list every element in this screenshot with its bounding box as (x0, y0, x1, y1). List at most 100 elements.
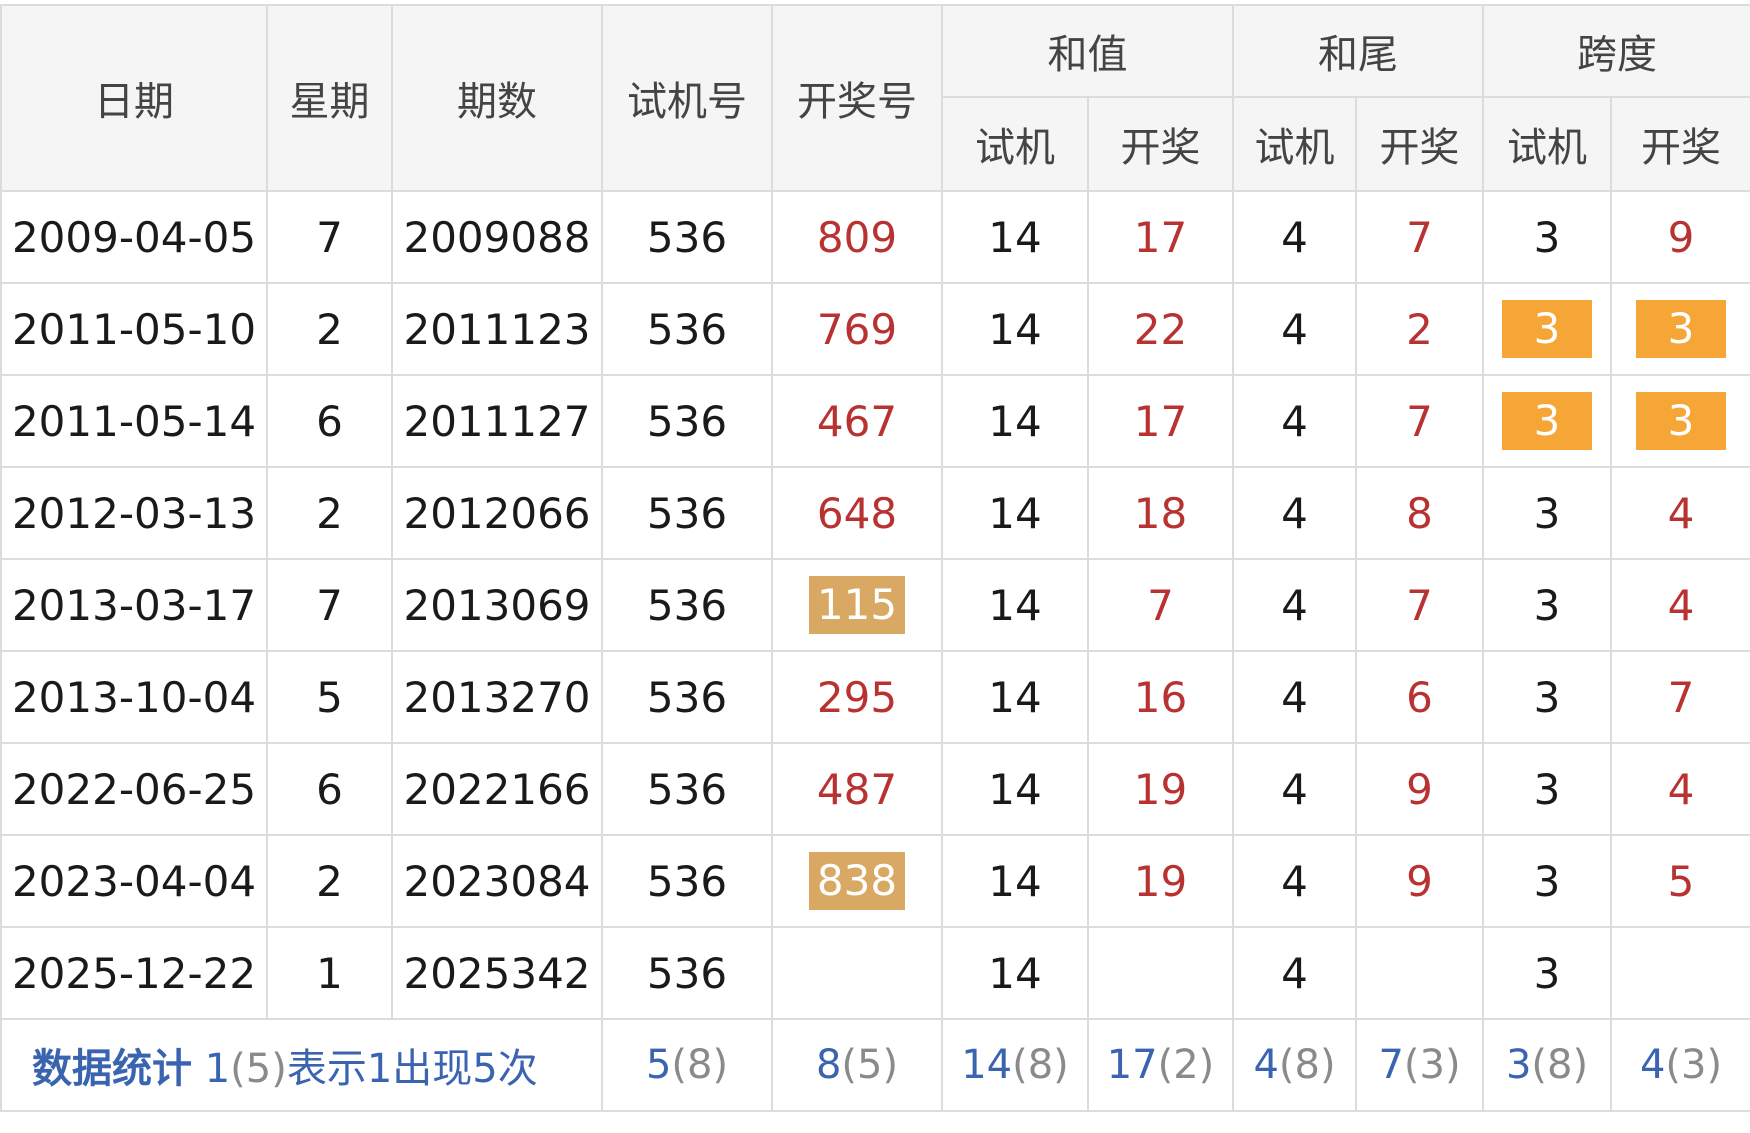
trial-number-cell: 536 (601, 834, 773, 928)
span-draw-cell: 4 (1610, 558, 1750, 652)
sum-draw-cell: 17 (1087, 374, 1234, 468)
header-tail-trial: 试机 (1232, 96, 1357, 192)
header-tail-draw: 开奖 (1355, 96, 1484, 192)
stats-draw-cell: 8(5) (771, 1018, 943, 1112)
tail-trial-cell: 4 (1232, 282, 1357, 376)
tail-draw-cell: 6 (1355, 650, 1484, 744)
trial-number-cell: 536 (601, 374, 773, 468)
trial-number-cell: 536 (601, 466, 773, 560)
tail-trial-cell: 4 (1232, 558, 1357, 652)
tail-draw-cell: 7 (1355, 374, 1484, 468)
stats-legend-text: 表示1出现5次 (286, 1046, 538, 1092)
stat-count: (8) (1278, 1042, 1336, 1088)
span-draw-cell: 5 (1610, 834, 1750, 928)
span-draw-cell: 3 (1610, 282, 1750, 376)
span-match-highlight: 3 (1502, 392, 1592, 450)
stat-count: (3) (1403, 1042, 1461, 1088)
sum-trial-cell: 14 (941, 190, 1089, 284)
table-row: 2025-12-22 1 2025342 536 14 4 3 (0, 926, 1750, 1020)
stat-value: 8 (815, 1042, 842, 1088)
span-trial-cell: 3 (1482, 190, 1612, 284)
sum-trial-cell: 14 (941, 558, 1089, 652)
tail-draw-cell (1355, 926, 1484, 1020)
tail-trial-cell: 4 (1232, 926, 1357, 1020)
draw-number-cell: 838 (771, 834, 943, 928)
sum-draw-cell: 18 (1087, 466, 1234, 560)
date-cell: 2022-06-25 (0, 742, 268, 836)
tail-draw-cell: 9 (1355, 742, 1484, 836)
issue-cell: 2011123 (391, 282, 603, 376)
sum-draw-cell: 16 (1087, 650, 1234, 744)
stats-legend-count: (5) (230, 1046, 287, 1092)
table-row: 2013-10-04 5 2013270 536 295 14 16 4 6 3… (0, 650, 1750, 744)
sum-trial-cell: 14 (941, 926, 1089, 1020)
stats-sum-trial-cell: 14(8) (941, 1018, 1089, 1112)
stats-span-trial-cell: 3(8) (1482, 1018, 1612, 1112)
span-draw-cell: 7 (1610, 650, 1750, 744)
trial-number-cell: 536 (601, 926, 773, 1020)
stat-count: (3) (1665, 1042, 1723, 1088)
header-trial-number: 试机号 (601, 4, 773, 192)
stats-legend-cell: 数据统计 1(5)表示1出现5次 (0, 1018, 603, 1112)
issue-cell: 2013069 (391, 558, 603, 652)
stats-footer: 数据统计 1(5)表示1出现5次 5(8) 8(5) 14(8) 17(2) 4… (0, 1018, 1750, 1112)
draw-match-highlight: 115 (808, 576, 906, 634)
stats-trial-cell: 5(8) (601, 1018, 773, 1112)
tail-draw-cell: 2 (1355, 282, 1484, 376)
sum-trial-cell: 14 (941, 650, 1089, 744)
date-cell: 2025-12-22 (0, 926, 268, 1020)
span-trial-cell: 3 (1482, 374, 1612, 468)
tail-trial-cell: 4 (1232, 742, 1357, 836)
span-trial-cell: 3 (1482, 282, 1612, 376)
span-trial-cell: 3 (1482, 466, 1612, 560)
table-body: 2009-04-05 7 2009088 536 809 14 17 4 7 3… (0, 190, 1750, 1020)
span-draw-cell: 9 (1610, 190, 1750, 284)
weekday-cell: 6 (266, 742, 393, 836)
date-cell: 2011-05-14 (0, 374, 268, 468)
draw-number-cell: 487 (771, 742, 943, 836)
data-stats-link[interactable]: 数据统计 (32, 1046, 192, 1092)
sum-draw-cell: 7 (1087, 558, 1234, 652)
header-sum-draw: 开奖 (1087, 96, 1234, 192)
weekday-cell: 2 (266, 282, 393, 376)
stats-row: 数据统计 1(5)表示1出现5次 5(8) 8(5) 14(8) 17(2) 4… (0, 1018, 1750, 1112)
lottery-history-table: 日期 星期 期数 试机号 开奖号 和值 和尾 跨度 试机 开奖 试机 开奖 试机… (0, 4, 1750, 1112)
span-trial-cell: 3 (1482, 650, 1612, 744)
draw-number-cell: 648 (771, 466, 943, 560)
sum-trial-cell: 14 (941, 282, 1089, 376)
weekday-cell: 7 (266, 190, 393, 284)
stat-value: 3 (1505, 1042, 1532, 1088)
table-row: 2011-05-10 2 2011123 536 769 14 22 4 2 3… (0, 282, 1750, 376)
tail-trial-cell: 4 (1232, 834, 1357, 928)
draw-number-cell: 769 (771, 282, 943, 376)
header-tail-group: 和尾 (1232, 4, 1484, 98)
sum-draw-cell: 22 (1087, 282, 1234, 376)
span-trial-cell: 3 (1482, 742, 1612, 836)
tail-trial-cell: 4 (1232, 374, 1357, 468)
table-row: 2013-03-17 7 2013069 536 115 14 7 4 7 3 … (0, 558, 1750, 652)
span-match-highlight: 3 (1502, 300, 1592, 358)
stat-count: (8) (1531, 1042, 1589, 1088)
span-trial-cell: 3 (1482, 926, 1612, 1020)
issue-cell: 2023084 (391, 834, 603, 928)
weekday-cell: 2 (266, 466, 393, 560)
span-draw-cell: 4 (1610, 742, 1750, 836)
sum-trial-cell: 14 (941, 834, 1089, 928)
span-match-highlight: 3 (1636, 300, 1726, 358)
stat-count: (8) (671, 1042, 729, 1088)
date-cell: 2013-03-17 (0, 558, 268, 652)
header-issue: 期数 (391, 4, 603, 192)
span-trial-cell: 3 (1482, 558, 1612, 652)
weekday-cell: 7 (266, 558, 393, 652)
trial-number-cell: 536 (601, 558, 773, 652)
date-cell: 2009-04-05 (0, 190, 268, 284)
stats-legend-value: 1 (204, 1046, 231, 1092)
header-date: 日期 (0, 4, 268, 192)
header-sum-group: 和值 (941, 4, 1234, 98)
tail-trial-cell: 4 (1232, 650, 1357, 744)
header-weekday: 星期 (266, 4, 393, 192)
sum-trial-cell: 14 (941, 374, 1089, 468)
draw-number-cell (771, 926, 943, 1020)
stats-tail-draw-cell: 7(3) (1355, 1018, 1484, 1112)
stat-value: 14 (961, 1042, 1013, 1088)
